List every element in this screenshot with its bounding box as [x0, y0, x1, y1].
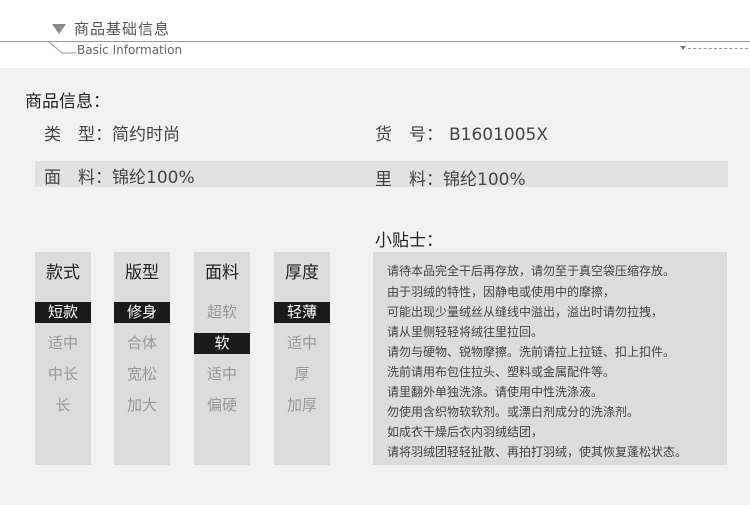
section-subtitle: Basic Information: [77, 43, 183, 57]
attribute-option: 合体: [126, 334, 157, 352]
attribute-option: 厚: [294, 365, 310, 383]
section-title: 商品基础信息: [74, 20, 171, 38]
tip-line: 请待本品完全干后再存放，请勿至于真空袋压缩存放。: [387, 264, 676, 278]
lining-field: 里 料：锦纶100%: [375, 165, 526, 190]
tip-line: 请勿与硬物、锐物摩擦。洗前请拉上拉链、扣上扣件。: [387, 345, 676, 359]
sku-field: 货 号： B1601005X: [375, 120, 548, 145]
tips-heading: 小贴士：: [375, 231, 443, 251]
attribute-option: 加厚: [286, 396, 317, 414]
attribute-column-thickness: 厚度 轻薄 适中 厚 加厚: [274, 252, 330, 465]
attribute-option: 中长: [47, 365, 78, 383]
attribute-option: 加大: [126, 396, 157, 414]
type-value: 简约时尚: [112, 125, 180, 145]
triangle-down-icon: [52, 24, 66, 34]
attribute-option: 适中: [47, 334, 78, 352]
outer-fabric-value: 锦纶100%: [112, 168, 195, 188]
attribute-option: 长: [55, 396, 71, 414]
attribute-option: 宽松: [126, 365, 157, 383]
tip-line: 如成衣干燥后衣内羽绒结团，: [387, 425, 544, 439]
dashed-divider: [688, 48, 748, 49]
type-label: 类 型：: [44, 125, 112, 145]
sku-value: B1601005X: [449, 125, 549, 145]
outer-fabric-field: 面 料：锦纶100%: [44, 163, 195, 188]
attribute-column-style: 款式 短款 适中 中长 长: [35, 252, 91, 465]
attribute-option: 偏硬: [206, 396, 237, 414]
lining-value: 锦纶100%: [443, 170, 526, 190]
attribute-option-selected: 修身: [114, 302, 170, 323]
attribute-title: 款式: [46, 263, 80, 283]
attribute-option: 适中: [206, 365, 237, 383]
tip-line: 请从里侧轻轻将绒往里拉回。: [387, 325, 544, 339]
attribute-column-fit: 版型 修身 合体 宽松 加大: [114, 252, 170, 465]
tip-line: 可能出现少量绒丝从缝线中溢出，溢出时请勿拉拽，: [387, 305, 664, 319]
tip-line: 洗前请用布包住拉头、塑料或金属配件等。: [387, 365, 616, 379]
small-triangle-icon: [680, 46, 686, 50]
product-info-heading: 商品信息：: [25, 92, 110, 112]
attribute-column-fabric: 面料 超软 软 适中 偏硬: [194, 252, 250, 465]
attribute-title: 厚度: [285, 263, 319, 283]
header-divider: [0, 41, 750, 42]
attribute-option: 适中: [286, 334, 317, 352]
attribute-option-selected: 软: [194, 333, 250, 354]
attribute-title: 版型: [125, 263, 159, 283]
sku-label: 货 号：: [375, 125, 443, 145]
tip-line: 勿使用含织物软软剂。或漂白剂成分的洗涤剂。: [387, 405, 640, 419]
type-field: 类 型：简约时尚: [44, 120, 180, 145]
attribute-option-selected: 轻薄: [274, 302, 330, 323]
outer-fabric-label: 面 料：: [44, 168, 112, 188]
attribute-option-selected: 短款: [35, 302, 91, 323]
attribute-option: 超软: [206, 303, 237, 321]
tip-line: 由于羽绒的特性，因静电或使用中的摩擦，: [387, 285, 616, 299]
attribute-title: 面料: [205, 263, 239, 283]
tips-panel: 请待本品完全干后再存放，请勿至于真空袋压缩存放。 由于羽绒的特性，因静电或使用中…: [373, 252, 727, 465]
lining-label: 里 料：: [375, 170, 443, 190]
tip-line: 请将羽绒团轻轻扯散、再拍打羽绒，使其恢复蓬松状态。: [387, 445, 688, 459]
tip-line: 请里翻外单独洗涤。请使用中性洗涤液。: [387, 385, 604, 399]
divider-notch-icon: [48, 40, 76, 54]
